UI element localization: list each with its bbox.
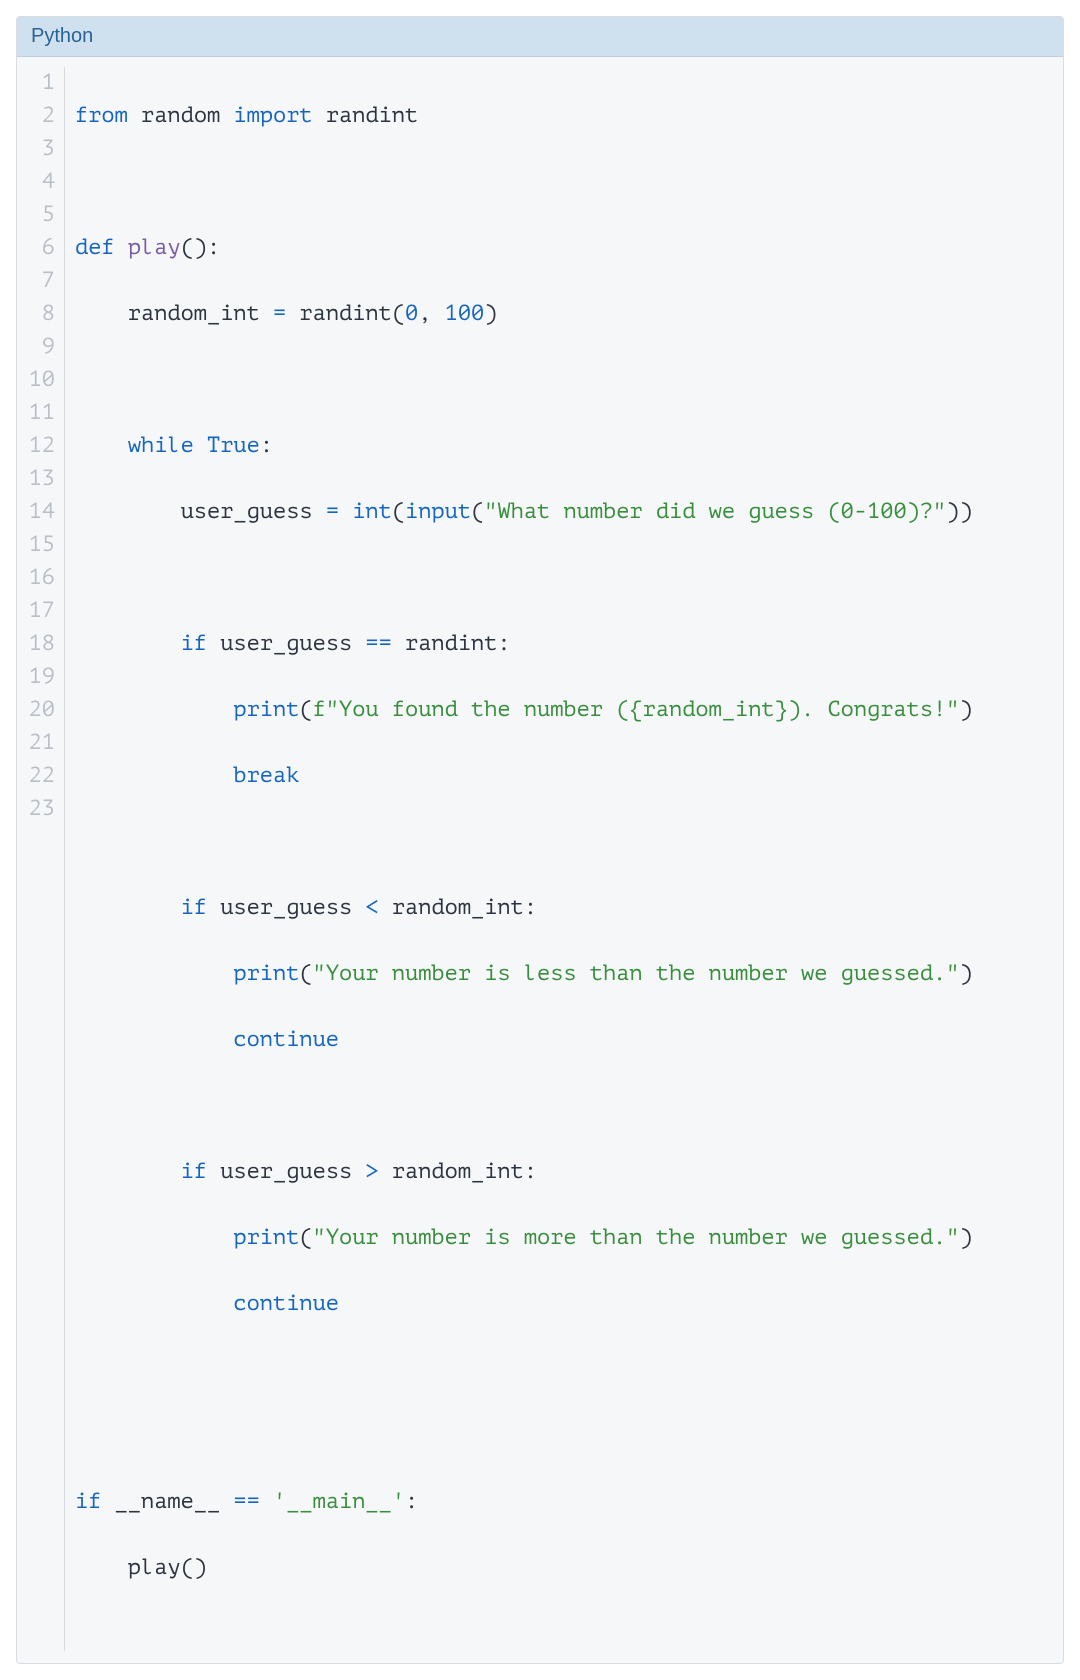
line-number: 4 <box>27 166 55 199</box>
line-number: 2 <box>27 100 55 133</box>
code-line: if user_guess == randint: <box>75 628 1053 661</box>
code-line: def play(): <box>75 232 1053 265</box>
line-number: 6 <box>27 232 55 265</box>
line-number: 22 <box>27 760 55 793</box>
code-line: if user_guess > random_int: <box>75 1156 1053 1189</box>
line-number: 20 <box>27 694 55 727</box>
line-number: 5 <box>27 199 55 232</box>
line-number: 9 <box>27 331 55 364</box>
line-number: 17 <box>27 595 55 628</box>
code-line: if user_guess < random_int: <box>75 892 1053 925</box>
line-number: 21 <box>27 727 55 760</box>
line-number: 18 <box>27 628 55 661</box>
line-number: 10 <box>27 364 55 397</box>
code-line: continue <box>75 1288 1053 1321</box>
line-number: 7 <box>27 265 55 298</box>
code-line: print("Your number is more than the numb… <box>75 1222 1053 1255</box>
code-line: random_int = randint(0, 100) <box>75 298 1053 331</box>
code-line: print("Your number is less than the numb… <box>75 958 1053 991</box>
line-number: 16 <box>27 562 55 595</box>
code-line: if __name__ == '__main__': <box>75 1486 1053 1519</box>
line-number: 1 <box>27 67 55 100</box>
code-line: play() <box>75 1552 1053 1585</box>
line-number: 8 <box>27 298 55 331</box>
code-line <box>75 166 1053 199</box>
line-number: 14 <box>27 496 55 529</box>
code-area: from random import randint def play(): r… <box>65 67 1053 1651</box>
line-number: 12 <box>27 430 55 463</box>
code-line: while True: <box>75 430 1053 463</box>
code-line: continue <box>75 1024 1053 1057</box>
line-number: 13 <box>27 463 55 496</box>
code-line <box>75 1420 1053 1453</box>
code-line <box>75 562 1053 595</box>
code-line: user_guess = int(input("What number did … <box>75 496 1053 529</box>
code-line <box>75 826 1053 859</box>
language-label: Python <box>31 25 93 47</box>
line-number: 15 <box>27 529 55 562</box>
line-number: 3 <box>27 133 55 166</box>
code-line: from random import randint <box>75 100 1053 133</box>
code-line: print(f"You found the number ({random_in… <box>75 694 1053 727</box>
line-number: 11 <box>27 397 55 430</box>
code-block: Python 123456789101112131415161718192021… <box>16 16 1064 1664</box>
line-number: 23 <box>27 793 55 826</box>
code-line <box>75 1354 1053 1387</box>
code-line <box>75 364 1053 397</box>
line-number: 19 <box>27 661 55 694</box>
language-header: Python <box>17 17 1063 57</box>
code-line <box>75 1090 1053 1123</box>
code-line: break <box>75 760 1053 793</box>
code-body: 1234567891011121314151617181920212223 fr… <box>17 57 1063 1663</box>
line-gutter: 1234567891011121314151617181920212223 <box>27 67 65 1651</box>
